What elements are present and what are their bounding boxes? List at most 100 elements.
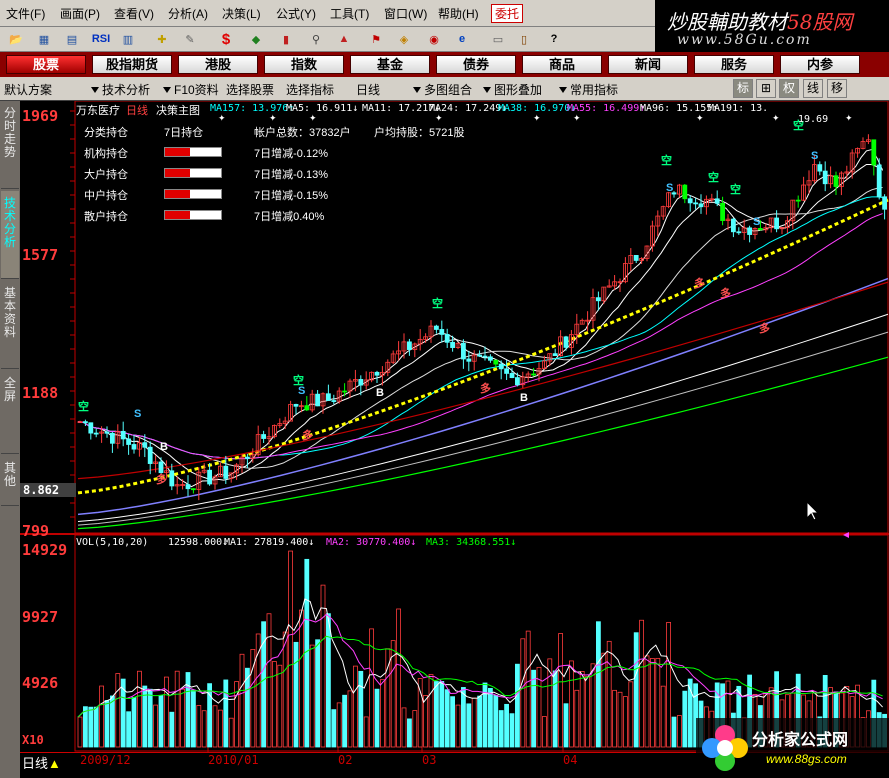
watermark-logo-text: 分析家公式网 <box>752 732 849 749</box>
flag-icon[interactable]: ◆ <box>246 30 266 48</box>
nav-tab[interactable]: 服务 <box>694 55 774 74</box>
view-toggle-button[interactable]: ⊞ <box>756 79 776 98</box>
candle-body <box>104 431 110 434</box>
kong-signal: 空 <box>293 373 304 387</box>
doc-icon[interactable]: ▭ <box>488 30 508 48</box>
menu-item[interactable]: 文件(F) <box>6 5 45 22</box>
toolbar-item[interactable]: 选择股票 <box>226 81 274 98</box>
menu-item[interactable]: 工具(T) <box>330 5 369 22</box>
nav-tab[interactable]: 新闻 <box>608 55 688 74</box>
view-toggle-button[interactable]: 权 <box>779 79 799 98</box>
toolbar-item[interactable]: F10资料 <box>160 81 219 98</box>
crosshair-icon[interactable]: ✚ <box>152 30 172 48</box>
candle-body <box>833 175 839 187</box>
kline-chart[interactable]: B B B S S S S S 空空空空空空空多多多多多多 ✦ ✦ ✦ ✦ ✦ ✦ ✦ ✦ ✦ 万东医疗 日线 决… <box>20 101 889 752</box>
chart-icon[interactable]: ▤ <box>62 30 82 48</box>
candle-body <box>342 390 348 393</box>
nav-tab[interactable]: 股指期货 <box>92 55 172 74</box>
holding-bar <box>164 210 222 220</box>
vol-label-9927: 9927 <box>22 608 59 626</box>
candle-body <box>736 231 742 234</box>
volume-bar <box>201 710 207 748</box>
high-marker: 19.69 <box>798 114 829 125</box>
holding-category: 中户持仓 <box>84 190 128 202</box>
menu-item[interactable]: 窗口(W) <box>384 5 427 22</box>
dollar-icon[interactable]: $ <box>216 30 236 48</box>
volume-bar <box>542 716 547 748</box>
books-icon[interactable]: ▯ <box>514 30 534 48</box>
kong-signal: 空 <box>730 182 741 196</box>
nav-tab[interactable]: 股票 <box>6 55 86 74</box>
candle-body <box>207 469 213 485</box>
candle-body <box>158 461 164 474</box>
volume-bar <box>450 696 456 748</box>
rsi-icon[interactable]: RSI <box>88 30 114 48</box>
volume-bar <box>104 700 110 748</box>
toolbar-item-label: 技术分析 <box>102 83 151 97</box>
nav-tab[interactable]: 商品 <box>522 55 602 74</box>
volume-bar <box>682 690 688 748</box>
menu-item[interactable]: 委托 <box>491 4 524 23</box>
volume-bar <box>531 669 537 748</box>
long-ma-line <box>77 277 889 516</box>
star-mark: ✦ <box>269 113 277 123</box>
grid-icon[interactable]: ▥ <box>118 30 138 48</box>
pen-icon[interactable]: ✎ <box>180 30 200 48</box>
chart2-icon[interactable]: ▲ <box>334 30 354 48</box>
holding-category: 机构持仓 <box>84 148 128 160</box>
alert-icon[interactable]: ⚑ <box>366 30 386 48</box>
volume-bar <box>412 710 418 748</box>
nav-tab[interactable]: 港股 <box>178 55 258 74</box>
sidebar-tab[interactable]: 全屏 <box>1 371 19 454</box>
view-toggle-button[interactable]: 移 <box>827 79 847 98</box>
ie-icon[interactable]: e <box>452 30 472 48</box>
sidebar-tab[interactable]: 分时走势 <box>1 101 19 189</box>
dropdown-arrow-icon <box>413 87 421 94</box>
binoculars-icon[interactable]: ⚲ <box>306 30 326 48</box>
candle-body <box>325 393 331 401</box>
help-icon[interactable]: ? <box>544 30 564 48</box>
toolbar-item[interactable]: 技术分析 <box>88 81 150 98</box>
bars-icon[interactable]: ▮ <box>276 30 296 48</box>
volume-bar <box>471 697 477 748</box>
open-icon[interactable]: 📂 <box>6 30 26 48</box>
view-toggle-button[interactable]: 标 <box>733 79 753 98</box>
menu-item[interactable]: 查看(V) <box>114 5 154 22</box>
volume-bar <box>180 688 186 748</box>
menu-item[interactable]: 画面(P) <box>60 5 100 22</box>
diamond-icon[interactable]: ◈ <box>394 30 414 48</box>
toolbar-item[interactable]: 多图组合 <box>410 81 472 98</box>
volume-bar <box>212 705 218 748</box>
nav-tab[interactable]: 内参 <box>780 55 860 74</box>
period-switch[interactable]: 日线▲ <box>22 753 61 772</box>
menu-item[interactable]: 分析(A) <box>168 5 208 22</box>
toolbar-item[interactable]: 常用指标 <box>556 81 618 98</box>
nav-tab[interactable]: 基金 <box>350 55 430 74</box>
volume-bar <box>331 709 337 748</box>
toolbar-item[interactable]: 选择指标 <box>286 81 334 98</box>
menu-item[interactable]: 决策(L) <box>222 5 261 22</box>
toolbar-item[interactable]: 默认方案 <box>4 81 52 98</box>
candle-body <box>698 203 704 208</box>
sidebar-tab[interactable]: 基本资料 <box>1 281 19 369</box>
toolbar-item[interactable]: 日线 <box>356 81 380 98</box>
volume-bar <box>99 685 104 748</box>
sidebar-tab[interactable]: 技术分析 <box>1 191 19 279</box>
nav-tab[interactable]: 债券 <box>436 55 516 74</box>
eye-icon[interactable]: ◉ <box>424 30 444 48</box>
view-toggle-button[interactable]: 线 <box>803 79 823 98</box>
menu-item[interactable]: 帮助(H) <box>438 5 479 22</box>
sidebar-tab[interactable]: 其他 <box>1 456 19 506</box>
volume-bar <box>93 706 99 748</box>
volume-bar <box>190 689 196 748</box>
toolbar-item[interactable]: 图形叠加 <box>480 81 542 98</box>
volume-bar <box>228 717 234 748</box>
dropdown-arrow-icon <box>163 87 171 94</box>
menu-item[interactable]: 公式(Y) <box>276 5 316 22</box>
candle-body <box>482 355 488 358</box>
nav-tab[interactable]: 指数 <box>264 55 344 74</box>
candle-body <box>460 342 466 360</box>
sell-signal: S <box>134 408 141 420</box>
candle-body <box>304 405 310 411</box>
layout-icon[interactable]: ▦ <box>34 30 54 48</box>
